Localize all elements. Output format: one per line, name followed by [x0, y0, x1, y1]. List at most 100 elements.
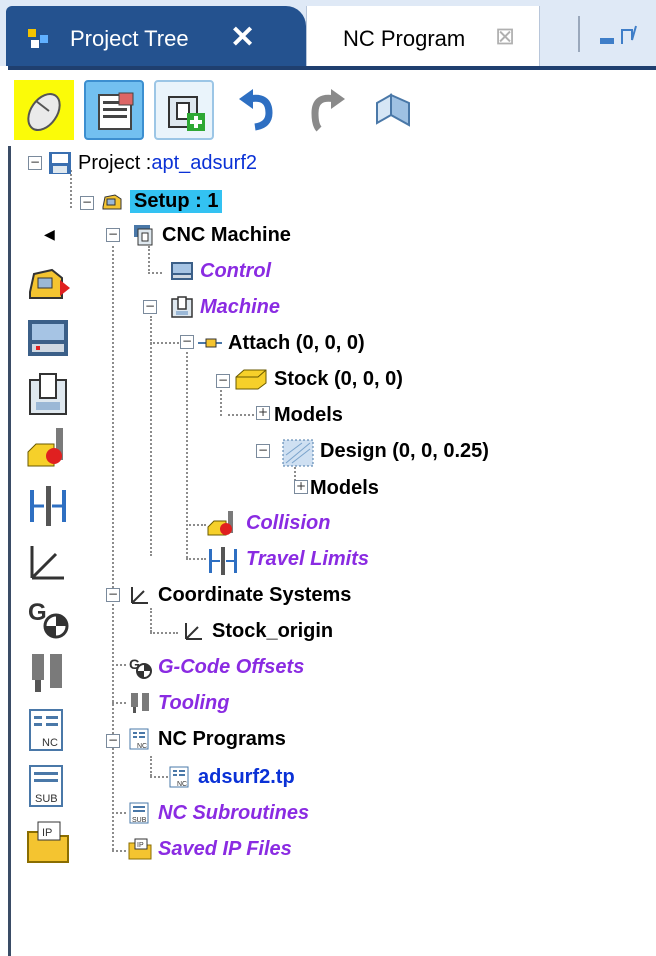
- gcode-offsets-icon[interactable]: G: [26, 596, 70, 640]
- redo-button[interactable]: [296, 80, 356, 140]
- nc-subroutines-icon[interactable]: SUB: [26, 764, 70, 808]
- nc-subroutines-icon: SUB: [128, 801, 152, 825]
- tree-item-stock[interactable]: Stock (0, 0, 0): [234, 364, 403, 394]
- tab-strip: Project Tree ✕ NC Program ⊠: [0, 0, 656, 66]
- minimize-icon[interactable]: [598, 24, 638, 48]
- svg-text:G: G: [28, 599, 47, 626]
- tree-item-attach[interactable]: Attach (0, 0, 0): [198, 328, 365, 358]
- machine-add-icon: [168, 96, 205, 131]
- tree-label: Setup : 1: [130, 189, 223, 213]
- mouse-icon: [27, 92, 61, 132]
- nc-programs-icon[interactable]: NC: [26, 708, 70, 752]
- tree-label: adsurf2.tp: [198, 765, 295, 788]
- tree-item-project[interactable]: Project : apt_adsurf2: [48, 148, 257, 178]
- collapse-toggle[interactable]: −: [106, 228, 120, 242]
- collision-icon[interactable]: [26, 428, 70, 472]
- svg-text:SUB: SUB: [35, 793, 58, 805]
- tree-item-machine[interactable]: Machine: [170, 292, 280, 322]
- tree-item-models[interactable]: Models: [274, 400, 343, 430]
- tree-item-setup[interactable]: Setup : 1: [100, 186, 223, 216]
- collapse-toggle[interactable]: −: [28, 156, 42, 170]
- svg-text:NC: NC: [137, 743, 147, 750]
- tree-label: Travel Limits: [246, 547, 370, 570]
- tree-item-control[interactable]: Control: [170, 256, 271, 286]
- tree-item-nc-programs[interactable]: NC NC Programs: [128, 724, 286, 754]
- tree-label: Control: [200, 259, 272, 282]
- tree-item-travel-limits[interactable]: Travel Limits: [206, 544, 370, 575]
- project-name: apt_adsurf2: [151, 151, 257, 174]
- shapes-button[interactable]: [364, 80, 424, 140]
- svg-text:NC: NC: [42, 737, 58, 749]
- collapse-toggle[interactable]: −: [256, 444, 270, 458]
- tree-item-gcode-offsets[interactable]: G G-Code Offsets: [128, 652, 304, 682]
- cnc-machine-icon: [132, 223, 156, 247]
- tree-label: Saved IP Files: [158, 837, 292, 860]
- collapse-toggle[interactable]: −: [106, 734, 120, 748]
- nc-programs-icon: NC: [128, 727, 152, 751]
- coordinate-system-icon: [182, 619, 206, 643]
- setup-icon[interactable]: [26, 260, 70, 304]
- expand-toggle[interactable]: +: [256, 406, 270, 420]
- close-icon[interactable]: ✕: [230, 20, 255, 55]
- svg-text:IP: IP: [42, 827, 52, 839]
- document-icon: [98, 92, 134, 130]
- svg-text:NC: NC: [177, 781, 187, 788]
- saved-ip-files-icon[interactable]: IP: [26, 820, 70, 864]
- gcode-offsets-icon: G: [128, 655, 152, 679]
- collapse-toggle[interactable]: −: [143, 300, 157, 314]
- project-tree-icon: [28, 29, 50, 49]
- tree-item-tooling[interactable]: Tooling: [128, 688, 229, 718]
- coordinate-system-icon: [128, 583, 152, 607]
- collapse-toggle[interactable]: −: [180, 335, 194, 349]
- tree-label: Project :: [78, 151, 152, 174]
- tree-item-models[interactable]: Models: [310, 473, 379, 503]
- svg-text:IP: IP: [137, 842, 144, 849]
- undo-button[interactable]: [228, 80, 288, 140]
- tree-label: NC Subroutines: [158, 801, 310, 824]
- tree-item-nc-subroutines[interactable]: SUB NC Subroutines: [128, 798, 309, 828]
- tab-project-tree[interactable]: Project Tree ✕: [6, 6, 306, 66]
- toolbar: [8, 66, 656, 150]
- solid-shapes-icon: [376, 93, 410, 127]
- tree-item-cnc-machine[interactable]: CNC Machine: [132, 220, 291, 250]
- tab-nc-program[interactable]: NC Program ⊠: [306, 6, 540, 66]
- tree-label: Models: [274, 403, 343, 426]
- tree-item-saved-ip-files[interactable]: IP Saved IP Files: [128, 834, 292, 864]
- info-button[interactable]: [84, 80, 144, 140]
- tree-label: Stock (0, 0, 0): [274, 367, 403, 390]
- attach-icon: [198, 331, 222, 355]
- tree-label: Design (0, 0, 0.25): [320, 439, 489, 462]
- machine-icon: [170, 295, 194, 319]
- tree-item-nc-program-file[interactable]: NC adsurf2.tp: [168, 762, 295, 792]
- tree-item-design[interactable]: Design (0, 0, 0.25): [282, 436, 489, 467]
- tree-item-stock-origin[interactable]: Stock_origin: [182, 616, 333, 646]
- tree-label: Stock_origin: [212, 619, 334, 642]
- tab-separator: [578, 16, 580, 52]
- collapse-toggle[interactable]: −: [80, 196, 94, 210]
- expand-toggle[interactable]: +: [294, 480, 308, 494]
- control-icon[interactable]: [26, 316, 70, 360]
- travel-limits-icon[interactable]: [26, 484, 70, 528]
- redo-icon: [311, 89, 345, 132]
- collision-icon: [206, 511, 240, 536]
- collapse-toggle[interactable]: −: [106, 588, 120, 602]
- nc-program-icon: NC: [168, 765, 192, 789]
- mouse-select-button[interactable]: [14, 80, 74, 140]
- tab-label: Project Tree: [70, 26, 189, 51]
- collapse-toggle[interactable]: −: [216, 374, 230, 388]
- add-machine-button[interactable]: [154, 80, 214, 140]
- control-icon: [170, 259, 194, 283]
- tab-label: NC Program: [343, 26, 466, 51]
- tooling-icon[interactable]: [26, 652, 70, 696]
- tree-label: Machine: [200, 295, 281, 318]
- close-icon[interactable]: ⊠: [495, 22, 515, 51]
- tree-item-collision[interactable]: Collision: [206, 508, 330, 538]
- tree-label: CNC Machine: [162, 223, 291, 246]
- tree-label: Coordinate Systems: [158, 583, 352, 606]
- design-icon: [282, 439, 314, 467]
- tree-item-coordinate-systems[interactable]: Coordinate Systems: [128, 580, 351, 610]
- machine-icon[interactable]: [26, 372, 70, 416]
- coordinate-system-icon[interactable]: [26, 540, 70, 584]
- collapse-palette-icon[interactable]: ◀: [44, 226, 55, 243]
- tree-label: Collision: [246, 511, 331, 534]
